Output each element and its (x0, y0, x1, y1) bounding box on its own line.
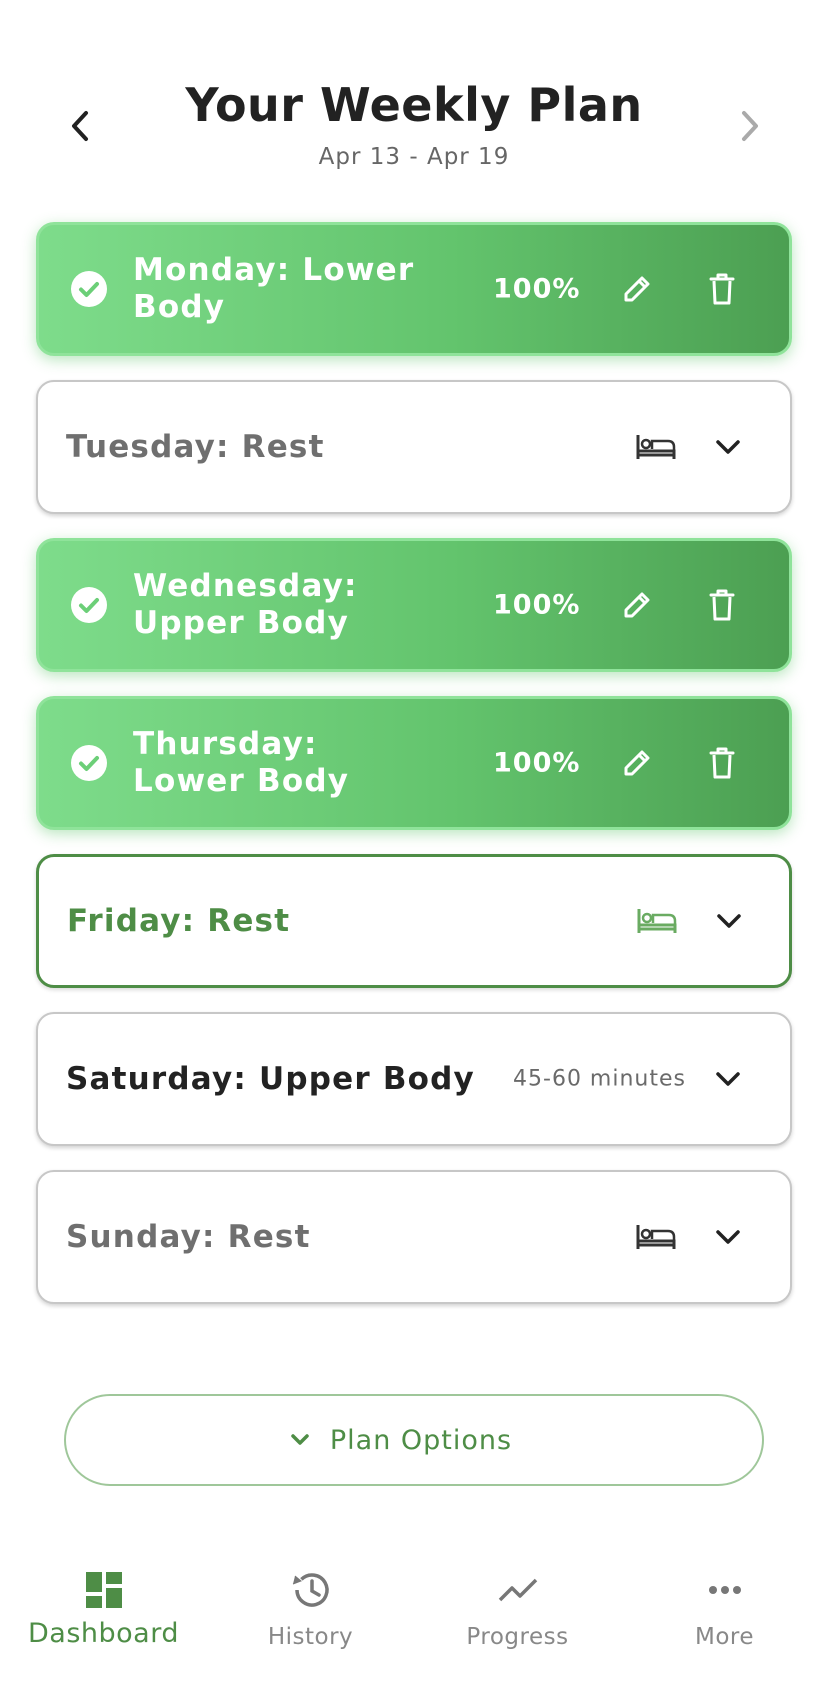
day-progress: 100% (493, 747, 581, 779)
day-title: Monday: Lower Body (133, 252, 415, 325)
more-icon (708, 1586, 741, 1594)
delete-button[interactable] (700, 741, 744, 785)
nav-label: Progress (466, 1624, 569, 1650)
trending-up-icon (498, 1578, 537, 1602)
day-progress: 100% (493, 589, 581, 621)
day-title: Tuesday: Rest (66, 429, 325, 465)
day-card-thursday[interactable]: Thursday: Lower Body 100% (36, 696, 792, 830)
trash-icon (709, 747, 735, 779)
expand-button[interactable] (707, 899, 751, 943)
trash-icon (709, 273, 735, 305)
day-list: Monday: Lower Body 100% Tuesday: Rest We… (36, 222, 792, 1328)
chevron-down-icon (716, 1072, 740, 1086)
expand-button[interactable] (706, 425, 750, 469)
day-title: Sunday: Rest (66, 1219, 311, 1255)
delete-button[interactable] (700, 267, 744, 311)
day-card-tuesday[interactable]: Tuesday: Rest (36, 380, 792, 514)
expand-button[interactable] (706, 1215, 750, 1259)
page-title: Your Weekly Plan (185, 78, 643, 132)
plan-options-button[interactable]: Plan Options (64, 1394, 764, 1486)
day-card-monday[interactable]: Monday: Lower Body 100% (36, 222, 792, 356)
pencil-icon (624, 276, 650, 302)
pencil-icon (624, 592, 650, 618)
day-title: Friday: Rest (67, 903, 291, 939)
nav-label: Dashboard (28, 1618, 179, 1649)
day-card-saturday[interactable]: Saturday: Upper Body 45-60 minutes (36, 1012, 792, 1146)
date-range: Apr 13 - Apr 19 (318, 144, 510, 170)
day-progress: 100% (493, 273, 581, 305)
dashboard-icon (85, 1572, 122, 1608)
bed-icon (636, 1225, 676, 1249)
chevron-down-icon (717, 914, 741, 928)
plan-options-label: Plan Options (329, 1424, 513, 1456)
bed-icon (637, 909, 677, 933)
expand-button[interactable] (706, 1057, 750, 1101)
history-icon (292, 1573, 329, 1607)
workout-duration: 45-60 minutes (513, 1066, 686, 1092)
day-card-friday[interactable]: Friday: Rest (36, 854, 792, 988)
delete-button[interactable] (700, 583, 744, 627)
edit-button[interactable] (615, 583, 659, 627)
trash-icon (709, 589, 735, 621)
check-circle-icon (71, 587, 107, 623)
edit-button[interactable] (615, 741, 659, 785)
chevron-down-icon (716, 440, 740, 454)
chevron-down-icon (291, 1434, 309, 1445)
check-circle-icon (71, 745, 107, 781)
day-title: Saturday: Upper Body (66, 1061, 475, 1097)
nav-item-more[interactable]: More (621, 1544, 828, 1674)
pencil-icon (624, 750, 650, 776)
next-week-button[interactable] (726, 102, 774, 150)
day-title: Thursday: Lower Body (133, 726, 350, 799)
edit-button[interactable] (615, 267, 659, 311)
bottom-navigation: Dashboard History Progress More (0, 1544, 828, 1674)
nav-label: History (267, 1624, 354, 1650)
day-card-wednesday[interactable]: Wednesday: Upper Body 100% (36, 538, 792, 672)
nav-item-dashboard[interactable]: Dashboard (0, 1544, 207, 1674)
chevron-right-icon (742, 111, 758, 141)
nav-item-history[interactable]: History (207, 1544, 414, 1674)
check-circle-icon (71, 271, 107, 307)
day-title: Wednesday: Upper Body (133, 568, 358, 641)
day-card-sunday[interactable]: Sunday: Rest (36, 1170, 792, 1304)
nav-item-progress[interactable]: Progress (414, 1544, 621, 1674)
chevron-down-icon (716, 1230, 740, 1244)
bed-icon (636, 435, 676, 459)
nav-label: More (694, 1624, 755, 1650)
header: Your Weekly Plan Apr 13 - Apr 19 (0, 72, 828, 182)
